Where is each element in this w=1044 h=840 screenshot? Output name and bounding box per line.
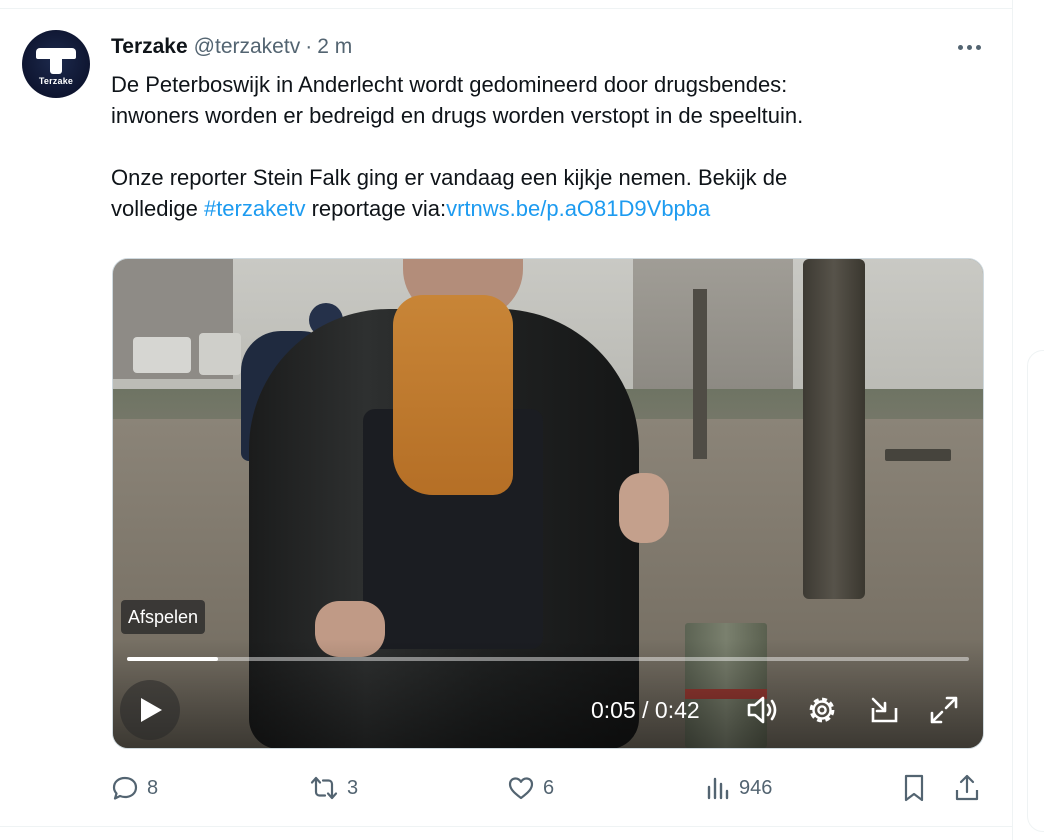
like-button[interactable]: 6	[507, 768, 554, 808]
bookmark-button[interactable]	[900, 768, 928, 808]
reply-button[interactable]: 8	[111, 768, 158, 808]
fullscreen-button[interactable]	[927, 693, 961, 727]
top-divider	[0, 8, 1012, 9]
tweet-text-segment: reportage via:	[305, 196, 447, 221]
volume-button[interactable]	[745, 693, 779, 727]
video-player[interactable]: Afspelen 0:05 / 0:42	[112, 258, 984, 749]
gear-icon	[809, 697, 835, 723]
more-horizontal-icon	[957, 44, 963, 50]
account-name[interactable]: Terzake	[111, 35, 188, 59]
sidebar-card	[1027, 350, 1044, 832]
tweet-text-segment: volledige	[111, 196, 204, 221]
header-separator: ·	[305, 35, 313, 58]
tweet-time[interactable]: 2 m	[317, 35, 352, 59]
play-icon	[141, 698, 162, 722]
video-progress-bar[interactable]	[127, 657, 969, 661]
views-count: 946	[739, 776, 773, 799]
share-button[interactable]	[953, 768, 981, 808]
reply-icon	[112, 776, 138, 800]
popout-icon	[871, 697, 898, 723]
tweet-page: Terzake Terzake @terzaketv · 2 m De Pete…	[0, 0, 1044, 840]
bottom-divider	[0, 826, 1012, 827]
tweet-header: Terzake @terzaketv · 2 m	[111, 33, 352, 61]
hashtag-link[interactable]: #terzaketv	[204, 196, 306, 221]
play-tooltip: Afspelen	[121, 600, 206, 634]
reply-count: 8	[147, 776, 159, 799]
settings-button[interactable]	[805, 693, 839, 727]
tweet-line: volledige #terzaketv reportage via:vrtnw…	[111, 193, 991, 224]
url-link[interactable]: vrtnws.be/p.aO81D9Vbpba	[446, 196, 710, 221]
bookmark-icon	[904, 774, 924, 802]
more-options-button[interactable]	[952, 36, 986, 58]
tweet-text: De Peterboswijk in Anderlecht wordt gedo…	[111, 69, 991, 224]
avatar[interactable]: Terzake	[22, 30, 90, 98]
views-button[interactable]: 946	[705, 768, 772, 808]
account-handle[interactable]: @terzaketv	[194, 35, 301, 59]
video-progress-fill	[127, 657, 218, 661]
play-button[interactable]	[120, 680, 180, 740]
avatar-label: Terzake	[38, 76, 74, 86]
volume-icon	[747, 696, 777, 724]
tweet-actions: 8 3 6 946	[0, 768, 1012, 808]
repost-button[interactable]: 3	[309, 768, 358, 808]
popout-button[interactable]	[867, 693, 901, 727]
heart-icon	[508, 777, 534, 800]
like-count: 6	[543, 776, 555, 799]
views-icon	[707, 777, 729, 800]
logo-t-stem	[50, 56, 62, 74]
tweet-line: De Peterboswijk in Anderlecht wordt gedo…	[111, 72, 788, 97]
repost-icon	[310, 776, 338, 800]
video-time-readout: 0:05 / 0:42	[591, 697, 700, 723]
tweet-line: inwoners worden er bedreigd en drugs wor…	[111, 103, 804, 128]
right-sidebar	[1012, 0, 1044, 840]
share-icon	[955, 774, 979, 801]
fullscreen-icon	[930, 696, 958, 724]
repost-count: 3	[347, 776, 359, 799]
video-frame[interactable]	[113, 259, 983, 748]
tweet-line: Onze reporter Stein Falk ging er vandaag…	[111, 165, 788, 190]
